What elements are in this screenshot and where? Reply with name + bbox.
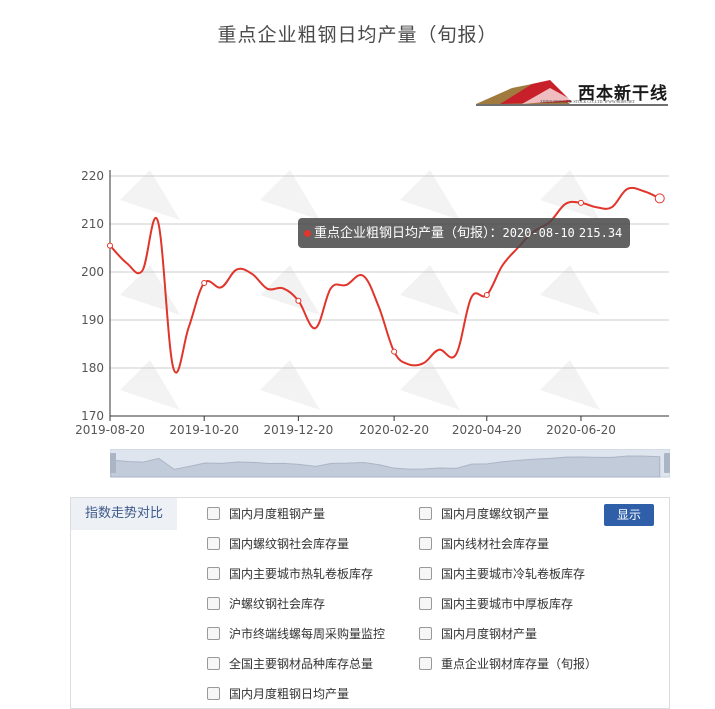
checkbox[interactable] [207,567,220,580]
compare-option[interactable]: 沪螺纹钢社会库存 [207,596,325,612]
compare-option[interactable]: 国内主要城市中厚板库存 [419,596,573,612]
compare-option[interactable]: 国内螺纹钢社会库存量 [207,536,349,552]
checkbox[interactable] [207,657,220,670]
data-point[interactable] [295,297,302,304]
x-tick-label: 2019-12-20 [264,423,334,437]
compare-option[interactable]: 国内月度钢材产量 [419,626,537,642]
compare-option[interactable]: 全国主要钢材品种库存总量 [207,656,373,672]
compare-option-label: 重点企业钢材库存量（旬报） [441,657,598,671]
data-point[interactable] [391,348,398,355]
checkbox[interactable] [207,597,220,610]
x-tick-label: 2020-04-20 [452,423,522,437]
compare-option-label: 国内主要城市热轧卷板库存 [229,567,374,581]
compare-option[interactable]: 重点企业钢材库存量（旬报） [419,656,597,672]
zoom-slider[interactable] [110,449,670,481]
data-point[interactable] [654,193,665,204]
compare-option[interactable]: 沪市终端线螺每周采购量监控 [207,626,385,642]
y-tick-label: 200 [81,265,104,279]
compare-panel: 指数走势对比 [70,497,670,709]
chart-title: 重点企业粗钢日均产量（旬报） [217,24,498,46]
compare-option[interactable]: 国内线材社会库存量 [419,536,549,552]
compare-option-label: 沪市终端线螺每周采购量监控 [229,627,386,641]
checkbox[interactable] [419,627,432,640]
compare-option-label: 国内线材社会库存量 [441,537,550,551]
tooltip-series: 重点企业粗钢日均产量（旬报） [314,226,490,241]
data-point[interactable] [107,242,113,249]
compare-option[interactable]: 国内月度粗钢日均产量 [207,686,349,702]
tooltip-date: 2020-08-10 [502,226,575,240]
checkbox[interactable] [419,597,432,610]
tooltip-marker-icon [304,230,311,237]
compare-option-label: 国内月度粗钢日均产量 [229,687,350,701]
compare-option-label: 全国主要钢材品种库存总量 [229,657,374,671]
y-tick-label: 190 [81,313,104,327]
checkbox[interactable] [207,627,220,640]
compare-option-label: 国内主要城市冷轧卷板库存 [441,567,586,581]
y-tick-label: 220 [81,169,104,183]
logo-subtitle: XIBEN NEW LINE STOCK CO.,LTD. WWW.96369.… [540,99,636,104]
checkbox[interactable] [419,567,432,580]
line-chart: 170 180 190 200 210 220 2019-08-20 2019-10-20 20… [75,169,669,437]
tooltip-sep: ： [489,226,503,241]
checkbox[interactable] [207,687,220,700]
data-point[interactable] [483,292,490,299]
compare-option-label: 国内螺纹钢社会库存量 [229,537,350,551]
checkbox[interactable] [207,537,220,550]
checkbox[interactable] [207,507,220,520]
data-point[interactable] [577,199,584,206]
x-tick-label: 2019-10-20 [169,423,239,437]
slider-left-handle[interactable] [110,453,116,473]
show-button[interactable]: 显示 [604,504,654,526]
chart-tooltip: 重点企业粗钢日均产量（旬报）：2020-08-10 215.34 [298,218,631,248]
compare-option-label: 国内月度螺纹钢产量 [441,507,550,521]
slider-right-handle[interactable] [664,453,670,473]
y-tick-label: 180 [81,361,104,375]
compare-option-label: 国内月度粗钢产量 [229,507,326,521]
y-tick-label: 170 [81,409,104,423]
y-tick-label: 210 [81,217,104,231]
checkbox[interactable] [419,537,432,550]
compare-option[interactable]: 国内主要城市热轧卷板库存 [207,566,373,582]
compare-option-label: 国内月度钢材产量 [441,627,538,641]
compare-panel-label: 指数走势对比 [71,498,177,530]
x-tick-label: 2020-06-20 [546,423,616,437]
compare-option[interactable]: 国内主要城市冷轧卷板库存 [419,566,585,582]
checkbox[interactable] [419,507,432,520]
watermark [120,170,600,410]
compare-option-label: 沪螺纹钢社会库存 [229,597,326,611]
compare-option[interactable]: 国内月度粗钢产量 [207,506,325,522]
checkbox[interactable] [419,657,432,670]
compare-option-label: 国内主要城市中厚板库存 [441,597,574,611]
compare-option[interactable]: 国内月度螺纹钢产量 [419,506,549,522]
data-point[interactable] [201,280,208,287]
x-tick-label: 2019-08-20 [75,423,145,437]
tooltip-value: 215.34 [578,226,623,240]
x-tick-label: 2020-02-20 [359,423,429,437]
